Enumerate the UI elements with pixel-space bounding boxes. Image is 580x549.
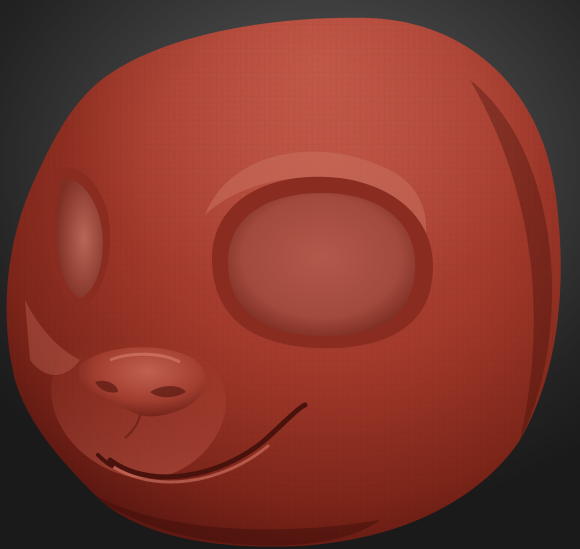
sculpt-viewport[interactable] [0,0,580,549]
sculpted-head-model [6,17,561,547]
right-eye-socket [228,193,416,337]
